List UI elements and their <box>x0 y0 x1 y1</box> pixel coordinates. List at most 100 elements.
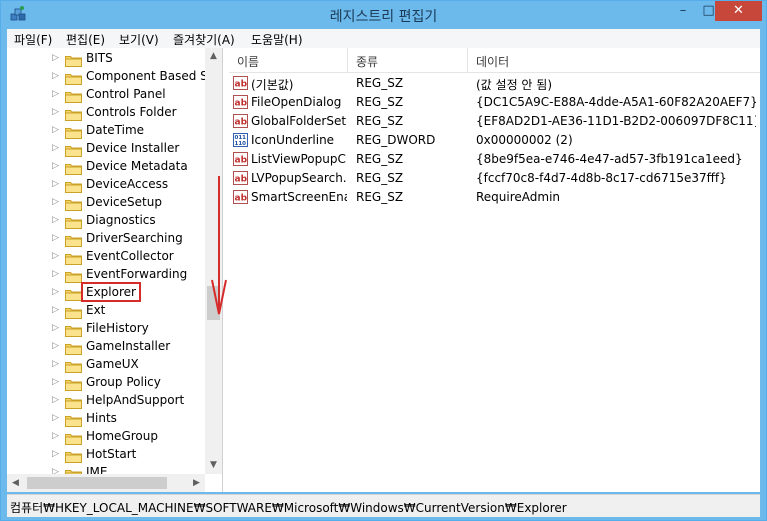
expand-arrow-icon[interactable]: ▷ <box>52 323 59 333</box>
folder-icon <box>65 88 82 103</box>
value-row[interactable]: 011 110 IconUnderline REG_DWORD 0x00000002 (… <box>229 130 760 149</box>
title-bar[interactable]: 레지스트리 편집기 – □ ✕ <box>1 1 766 29</box>
value-name: FileOpenDialog <box>251 95 342 109</box>
tree-item[interactable]: ▷ Device Metadata <box>7 158 207 176</box>
tree-item[interactable]: ▷ Ext <box>7 302 207 320</box>
expand-arrow-icon[interactable]: ▷ <box>52 287 59 297</box>
folder-icon <box>65 376 82 391</box>
expand-arrow-icon[interactable]: ▷ <box>52 71 59 81</box>
scroll-left-icon[interactable]: ◀ <box>7 474 24 492</box>
expand-arrow-icon[interactable]: ▷ <box>52 269 59 279</box>
expand-arrow-icon[interactable]: ▷ <box>52 107 59 117</box>
column-divider[interactable] <box>467 48 468 72</box>
folder-icon <box>65 322 82 337</box>
expand-arrow-icon[interactable]: ▷ <box>52 359 59 369</box>
tree-item[interactable]: ▷ DateTime <box>7 122 207 140</box>
menu-view[interactable]: 보기(V) <box>119 31 159 48</box>
svg-text:ab: ab <box>235 99 248 109</box>
tree-item-label: HomeGroup <box>86 429 158 443</box>
expand-arrow-icon[interactable]: ▷ <box>52 89 59 99</box>
expand-arrow-icon[interactable]: ▷ <box>52 233 59 243</box>
scroll-down-icon[interactable]: ▼ <box>205 457 222 474</box>
tree-item[interactable]: ▷ Group Policy <box>7 374 207 392</box>
tree-item[interactable]: ▷ GameInstaller <box>7 338 207 356</box>
tree-item[interactable]: ▷ FileHistory <box>7 320 207 338</box>
menu-file[interactable]: 파일(F) <box>14 31 52 48</box>
menu-help[interactable]: 도움말(H) <box>251 31 303 48</box>
string-value-icon: ab <box>233 113 248 128</box>
tree-horizontal-scrollbar[interactable]: ◀ ▶ <box>7 474 205 492</box>
tree-item[interactable]: ▷ Control Panel <box>7 86 207 104</box>
column-divider[interactable] <box>347 48 348 72</box>
tree-item[interactable]: ▷ HomeGroup <box>7 428 207 446</box>
expand-arrow-icon[interactable]: ▷ <box>52 197 59 207</box>
key-tree-pane: ▷ BITS ▷ Component Based Ser ▷ Control Panel ▷… <box>7 48 223 492</box>
value-row[interactable]: ab LVPopupSearch... REG_SZ {fccf70c8-f4d7-4… <box>229 168 760 187</box>
tree-item[interactable]: ▷ BITS <box>7 50 207 68</box>
tree-item-label: DriverSearching <box>86 231 183 245</box>
expand-arrow-icon[interactable]: ▷ <box>52 215 59 225</box>
column-header-name[interactable]: 이름 <box>237 53 259 70</box>
expand-arrow-icon[interactable]: ▷ <box>52 179 59 189</box>
expand-arrow-icon[interactable]: ▷ <box>52 449 59 459</box>
column-header-type[interactable]: 종류 <box>356 53 378 70</box>
tree-item[interactable]: ▷ EventCollector <box>7 248 207 266</box>
scroll-right-icon[interactable]: ▶ <box>188 474 205 492</box>
expand-arrow-icon[interactable]: ▷ <box>52 53 59 63</box>
tree-item[interactable]: ▷ Controls Folder <box>7 104 207 122</box>
tree-item[interactable]: ▷ Diagnostics <box>7 212 207 230</box>
value-row[interactable]: abSmartScreenEna... REG_SZ RequireAdmin <box>229 187 760 206</box>
value-data: {DC1C5A9C-E88A-4dde-A5A1-60F82A20AEF7} <box>476 95 756 109</box>
expand-arrow-icon[interactable]: ▷ <box>52 143 59 153</box>
folder-icon <box>65 412 82 427</box>
expand-arrow-icon[interactable]: ▷ <box>52 125 59 135</box>
tree-item[interactable]: ▷ DriverSearching <box>7 230 207 248</box>
column-header-data[interactable]: 데이터 <box>476 53 509 70</box>
value-data: {EF8AD2D1-AE36-11D1-B2D2-006097DF8C11} <box>476 114 756 128</box>
folder-icon <box>65 430 82 445</box>
folder-icon <box>65 70 82 85</box>
expand-arrow-icon[interactable]: ▷ <box>52 305 59 315</box>
folder-icon <box>65 214 82 229</box>
menu-edit[interactable]: 편집(E) <box>66 31 105 48</box>
value-row[interactable]: ab ListViewPopupC... REG_SZ {8be9f5ea-e746-… <box>229 149 760 168</box>
tree-item[interactable]: ▷ Explorer <box>7 282 207 302</box>
scroll-thumb-horizontal[interactable] <box>27 477 167 489</box>
value-row[interactable]: ab (기본값) REG_SZ (값 설정 안 됨) <box>229 73 760 92</box>
tree-item[interactable]: ▷ HotStart <box>7 446 207 464</box>
value-name: GlobalFolderSet... <box>251 114 347 128</box>
tree-item[interactable]: ▷ DeviceSetup <box>7 194 207 212</box>
expand-arrow-icon[interactable]: ▷ <box>52 377 59 387</box>
window-title: 레지스트리 편집기 <box>329 9 438 25</box>
tree-item-label: DateTime <box>86 123 145 137</box>
string-value-icon: ab <box>233 94 248 109</box>
value-name: (기본값) <box>251 78 294 92</box>
tree-item[interactable]: ▷ Device Installer <box>7 140 207 158</box>
tree-item[interactable]: ▷ Component Based Ser <box>7 68 220 86</box>
close-button[interactable]: ✕ <box>715 1 762 21</box>
expand-arrow-icon[interactable]: ▷ <box>52 395 59 405</box>
value-type: REG_SZ <box>356 95 404 109</box>
menu-favorites[interactable]: 즐겨찾기(A) <box>173 31 235 48</box>
tree-item[interactable]: ▷ HelpAndSupport <box>7 392 207 410</box>
expand-arrow-icon[interactable]: ▷ <box>52 251 59 261</box>
tree-item[interactable]: ▷ DeviceAccess <box>7 176 207 194</box>
tree-item-label: DeviceSetup <box>86 195 162 209</box>
tree-item[interactable]: ▷ Hints <box>7 410 207 428</box>
value-data: (값 설정 안 됨) <box>476 78 553 92</box>
tree-item[interactable]: ▷ EventForwarding <box>7 266 207 284</box>
minimize-button[interactable]: – <box>670 1 696 21</box>
scroll-up-icon[interactable]: ▲ <box>205 48 222 65</box>
folder-icon <box>65 160 82 175</box>
menu-bar: 파일(F) 편집(E) 보기(V) 즐겨찾기(A) 도움말(H) <box>7 29 760 48</box>
expand-arrow-icon[interactable]: ▷ <box>52 161 59 171</box>
expand-arrow-icon[interactable]: ▷ <box>52 431 59 441</box>
folder-icon <box>65 286 82 301</box>
expand-arrow-icon[interactable]: ▷ <box>52 413 59 423</box>
tree-item-label: DeviceAccess <box>86 177 169 191</box>
value-row[interactable]: ab GlobalFolderSet... REG_SZ {EF8AD2D1-AE36… <box>229 111 760 130</box>
expand-arrow-icon[interactable]: ▷ <box>52 341 59 351</box>
tree-item-label: Hints <box>86 411 117 425</box>
tree-item[interactable]: ▷ GameUX <box>7 356 207 374</box>
value-row[interactable]: ab FileOpenDialog REG_SZ {DC1C5A9C-E88A-4dd… <box>229 92 760 111</box>
